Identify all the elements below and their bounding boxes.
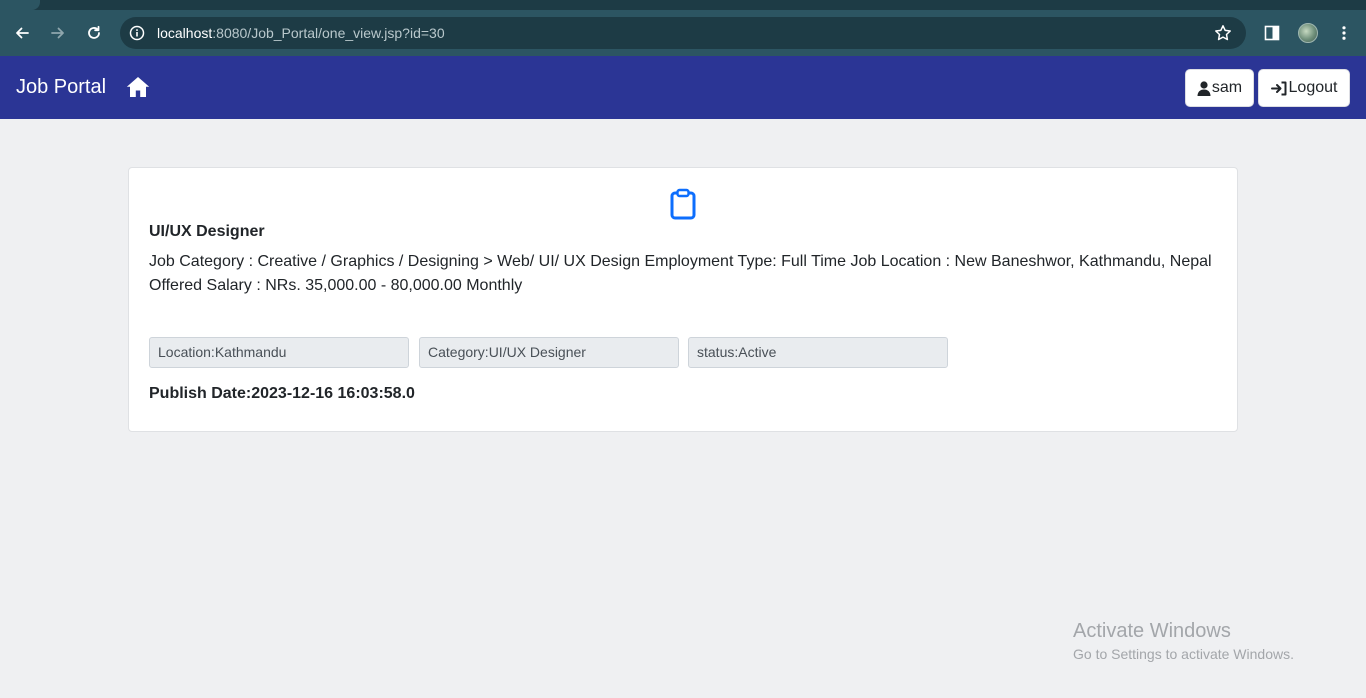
sign-in-icon	[1270, 81, 1287, 95]
watermark-title: Activate Windows	[1073, 620, 1231, 642]
publish-date: Publish Date:2023-12-16 16:03:58.0	[149, 385, 415, 402]
forward-arrow-icon[interactable]	[46, 21, 70, 45]
browser-toolbar: localhost:8080/Job_Portal/one_view.jsp?i…	[0, 10, 1366, 56]
clipboard-icon	[670, 188, 696, 220]
logout-button[interactable]: Logout	[1258, 69, 1350, 107]
job-description: Job Category : Creative / Graphics / Des…	[149, 253, 1212, 294]
avatar	[1298, 23, 1318, 43]
back-arrow-icon[interactable]	[10, 21, 34, 45]
user-button-label: sam	[1211, 79, 1243, 96]
more-menu-icon[interactable]	[1332, 21, 1356, 45]
url-path: :8080/Job_Portal/one_view.jsp?id=30	[212, 25, 445, 41]
status-field: status:Active	[688, 337, 948, 368]
location-field: Location:Kathmandu	[149, 337, 409, 368]
site-info-icon[interactable]	[128, 24, 146, 42]
url-host: localhost	[157, 25, 213, 41]
browser-tab-strip	[0, 0, 1366, 10]
user-icon	[1197, 80, 1211, 96]
reload-icon[interactable]	[82, 21, 106, 45]
address-bar[interactable]: localhost:8080/Job_Portal/one_view.jsp?i…	[120, 17, 1246, 49]
browser-active-tab-edge[interactable]	[0, 0, 40, 10]
user-button[interactable]: sam	[1185, 69, 1254, 107]
windows-activation-watermark: Activate Windows Go to Settings to activ…	[1073, 619, 1294, 664]
logout-button-label: Logout	[1288, 79, 1338, 96]
profile-avatar[interactable]	[1296, 21, 1320, 45]
watermark-subtitle: Go to Settings to activate Windows.	[1073, 646, 1294, 662]
job-detail-card: UI/UX Designer Job Category : Creative /…	[128, 167, 1238, 432]
bookmark-star-icon[interactable]	[1214, 24, 1232, 42]
brand-link[interactable]: Job Portal	[16, 56, 106, 119]
side-panel-icon[interactable]	[1260, 21, 1284, 45]
home-icon[interactable]	[126, 76, 150, 98]
job-title: UI/UX Designer	[149, 223, 265, 240]
app-navbar: Job Portal sam Logout	[0, 56, 1366, 119]
url-text[interactable]: localhost:8080/Job_Portal/one_view.jsp?i…	[157, 17, 445, 49]
category-field: Category:UI/UX Designer	[419, 337, 679, 368]
